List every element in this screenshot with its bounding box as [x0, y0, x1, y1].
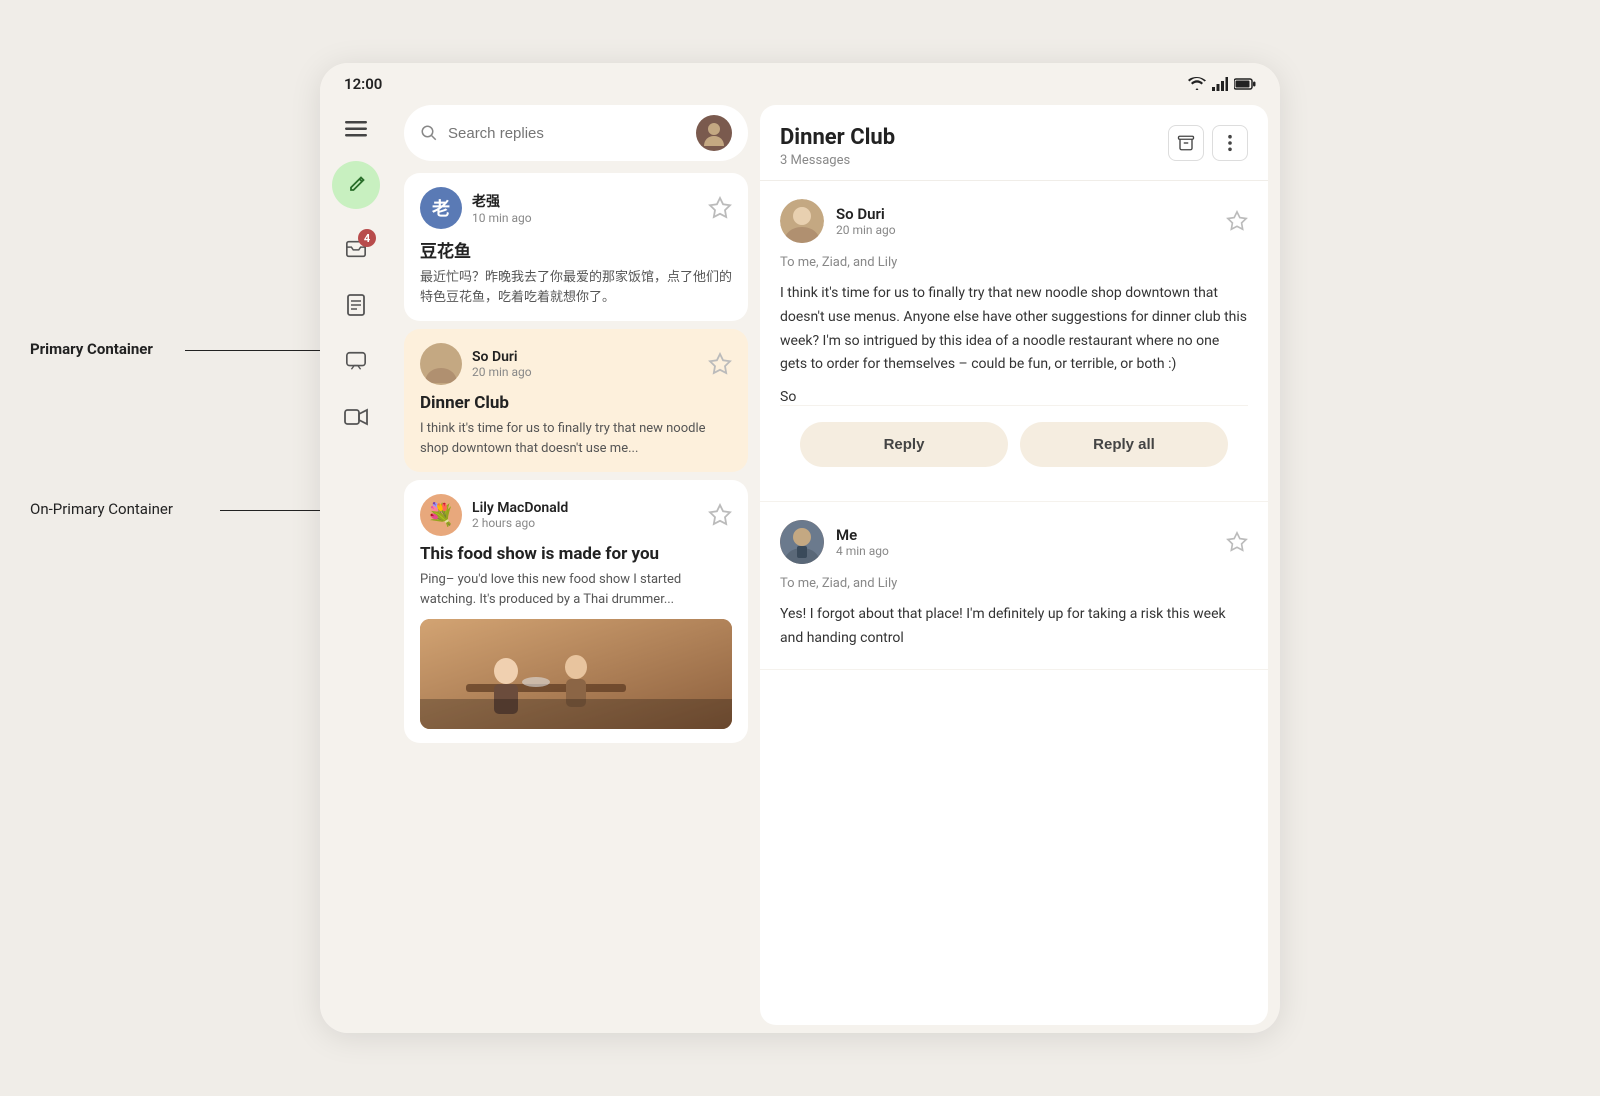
message-sender-name-1: So Duri [836, 205, 1226, 223]
detail-header-actions [1168, 125, 1248, 161]
email-preview-3: Ping– you'd love this new food show I st… [420, 570, 732, 609]
sidebar-inbox-icon[interactable]: 4 [332, 225, 380, 273]
email-time-3: 2 hours ago [472, 516, 708, 530]
email-preview-1: 最近忙吗？昨晚我去了你最爱的那家饭馆，点了他们的特色豆花鱼，吃着吃着就想你了。 [420, 268, 732, 307]
wifi-icon [1188, 77, 1206, 91]
message-header-1: So Duri 20 min ago [780, 199, 1248, 243]
detail-title-section: Dinner Club 3 Messages [780, 125, 895, 168]
more-options-button[interactable] [1212, 125, 1248, 161]
email-sender-name-3: Lily MacDonald [472, 500, 708, 516]
message-avatar-2 [780, 520, 824, 564]
sidebar: 4 [320, 97, 392, 1033]
status-bar: 12:00 [320, 63, 1280, 97]
email-list-panel: 老 老强 10 min ago 豆花鱼 最近忙吗？昨晚我去了你最爱的那家饭馆， [392, 97, 760, 1033]
phone-frame: 12:00 [320, 63, 1280, 1033]
annotation-on-primary-container: On-Primary Container [30, 500, 173, 518]
message-sender-info-2: Me 4 min ago [836, 526, 1226, 558]
email-time-1: 10 min ago [472, 211, 708, 225]
status-icons [1188, 77, 1256, 91]
message-header-2: Me 4 min ago [780, 520, 1248, 564]
sidebar-compose-icon[interactable] [332, 161, 380, 209]
email-sender-name-2: So Duri [472, 349, 708, 365]
page-wrapper: Primary Container On-Primary Container 1… [0, 0, 1600, 1096]
message-sender-name-2: Me [836, 526, 1226, 544]
message-time-2: 4 min ago [836, 544, 1226, 558]
email-avatar-2 [420, 343, 462, 385]
message-item-2: Me 4 min ago To me, Ziad, and Lily Yes! … [760, 502, 1268, 670]
message-sender-info-1: So Duri 20 min ago [836, 205, 1226, 237]
email-subject-3: This food show is made for you [420, 544, 732, 564]
message-time-1: 20 min ago [836, 223, 1226, 237]
annotation-line-on-primary [220, 510, 330, 511]
message-star-icon-2[interactable] [1226, 531, 1248, 553]
inbox-badge: 4 [358, 229, 376, 247]
email-avatar-1: 老 [420, 187, 462, 229]
detail-title: Dinner Club [780, 125, 895, 150]
email-item-3[interactable]: 💐 Lily MacDonald 2 hours ago This [404, 480, 748, 743]
message-body-1: I think it's time for us to finally try … [780, 282, 1248, 377]
email-messages: So Duri 20 min ago To me, Ziad, and Lily… [760, 181, 1268, 1025]
star-icon-3[interactable] [708, 503, 732, 527]
search-input[interactable] [448, 125, 686, 142]
annotation-line-primary [185, 350, 330, 351]
email-detail-panel: Dinner Club 3 Messages [760, 105, 1268, 1025]
message-to-1: To me, Ziad, and Lily [780, 255, 1248, 270]
reply-all-button[interactable]: Reply all [1020, 422, 1228, 467]
annotation-primary-container: Primary Container [30, 340, 153, 358]
search-avatar [696, 115, 732, 151]
email-item-header-3: 💐 Lily MacDonald 2 hours ago [420, 494, 732, 536]
main-content: 4 [320, 97, 1280, 1033]
email-sender-info-3: Lily MacDonald 2 hours ago [472, 500, 708, 530]
email-item-header-2: So Duri 20 min ago [420, 343, 732, 385]
email-item-header-1: 老 老强 10 min ago [420, 187, 732, 229]
email-sender-info-1: 老强 10 min ago [472, 191, 708, 225]
message-item-1: So Duri 20 min ago To me, Ziad, and Lily… [760, 181, 1268, 502]
email-sender-name-1: 老强 [472, 191, 708, 211]
email-item-1[interactable]: 老 老强 10 min ago 豆花鱼 最近忙吗？昨晚我去了你最爱的那家饭馆， [404, 173, 748, 321]
email-item-2[interactable]: So Duri 20 min ago Dinner Club I think i… [404, 329, 748, 472]
detail-message-count: 3 Messages [780, 153, 895, 168]
email-subject-2: Dinner Club [420, 393, 732, 413]
sidebar-chat-icon[interactable] [332, 337, 380, 385]
reply-button[interactable]: Reply [800, 422, 1008, 467]
message-star-icon-1[interactable] [1226, 210, 1248, 232]
email-subject-1: 豆花鱼 [420, 237, 732, 262]
message-body-2: Yes! I forgot about that place! I'm defi… [780, 603, 1248, 651]
battery-icon [1234, 78, 1256, 90]
star-icon-1[interactable] [708, 196, 732, 220]
archive-button[interactable] [1168, 125, 1204, 161]
sidebar-video-icon[interactable] [332, 393, 380, 441]
status-time: 12:00 [344, 75, 382, 93]
message-avatar-1 [780, 199, 824, 243]
email-list: 老 老强 10 min ago 豆花鱼 最近忙吗？昨晚我去了你最爱的那家饭馆， [392, 169, 760, 1033]
sidebar-document-icon[interactable] [332, 281, 380, 329]
message-signature-1: So [780, 389, 1248, 405]
search-icon [420, 124, 438, 142]
detail-header: Dinner Club 3 Messages [760, 105, 1268, 181]
reply-actions: Reply Reply all [780, 405, 1248, 483]
email-sender-info-2: So Duri 20 min ago [472, 349, 708, 379]
sidebar-menu-icon[interactable] [332, 105, 380, 153]
star-icon-2[interactable] [708, 352, 732, 376]
signal-icon [1212, 77, 1228, 91]
email-preview-2: I think it's time for us to finally try … [420, 419, 732, 458]
email-time-2: 20 min ago [472, 365, 708, 379]
email-avatar-3: 💐 [420, 494, 462, 536]
email-image-preview [420, 619, 732, 729]
search-bar[interactable] [404, 105, 748, 161]
message-to-2: To me, Ziad, and Lily [780, 576, 1248, 591]
